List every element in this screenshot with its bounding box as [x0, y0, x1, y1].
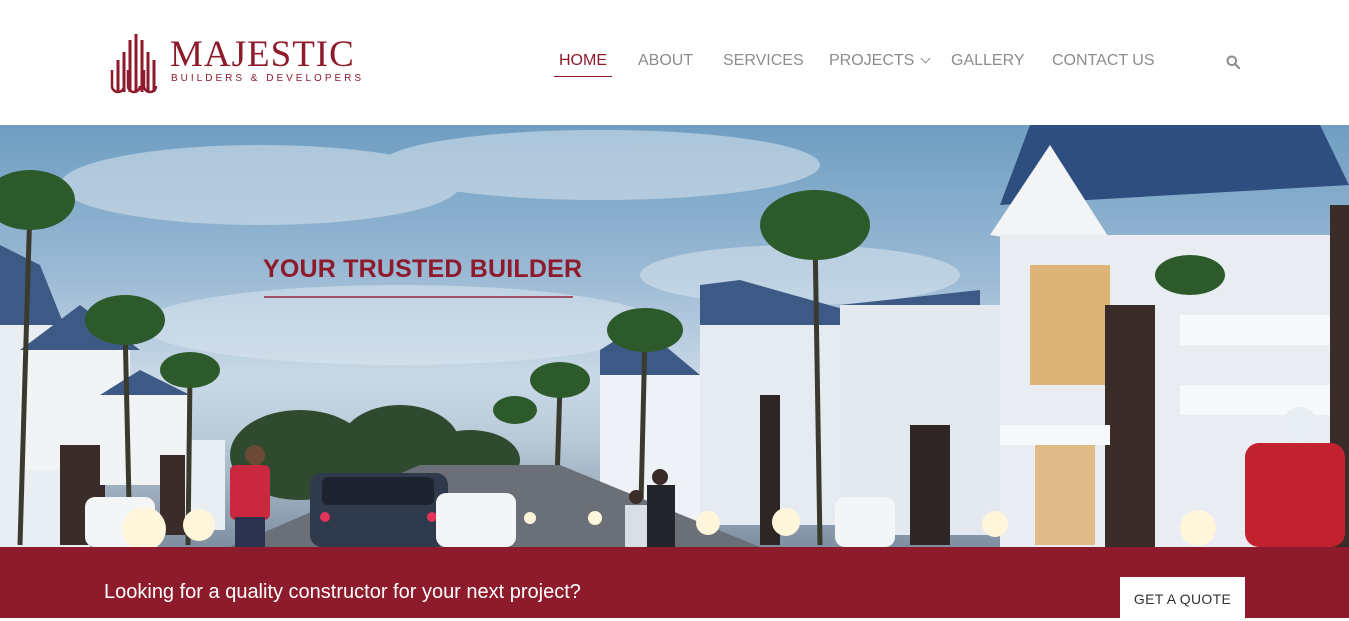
get-a-quote-button[interactable]: GET A QUOTE	[1120, 577, 1245, 621]
brand-logo[interactable]: MAJESTIC BUILDERS & DEVELOPERS	[108, 30, 361, 98]
nav-gallery[interactable]: GALLERY	[951, 52, 1025, 76]
nav-projects-label: PROJECTS	[829, 52, 915, 69]
nav-about[interactable]: ABOUT	[638, 52, 693, 76]
hero-title: YOUR TRUSTED BUILDER	[263, 255, 583, 283]
building-logo-icon	[110, 34, 158, 94]
cta-text: Looking for a quality constructor for yo…	[104, 581, 581, 603]
nav-services[interactable]: SERVICES	[723, 52, 804, 76]
brand-name: MAJESTIC	[170, 34, 355, 75]
nav-home[interactable]: HOME	[554, 52, 612, 77]
chevron-down-icon	[920, 53, 931, 64]
site-header: MAJESTIC BUILDERS & DEVELOPERS HOME ABOU…	[0, 0, 1349, 125]
hero-title-underline	[264, 296, 573, 298]
nav-projects[interactable]: PROJECTS	[829, 52, 931, 76]
brand-tagline: BUILDERS & DEVELOPERS	[171, 73, 365, 84]
search-icon[interactable]	[1226, 55, 1240, 69]
hero-banner: YOUR TRUSTED BUILDER	[0, 125, 1349, 547]
nav-contact-us[interactable]: CONTACT US	[1052, 52, 1155, 76]
cta-band: Looking for a quality constructor for yo…	[0, 547, 1349, 621]
hero-illustration	[0, 125, 1349, 547]
